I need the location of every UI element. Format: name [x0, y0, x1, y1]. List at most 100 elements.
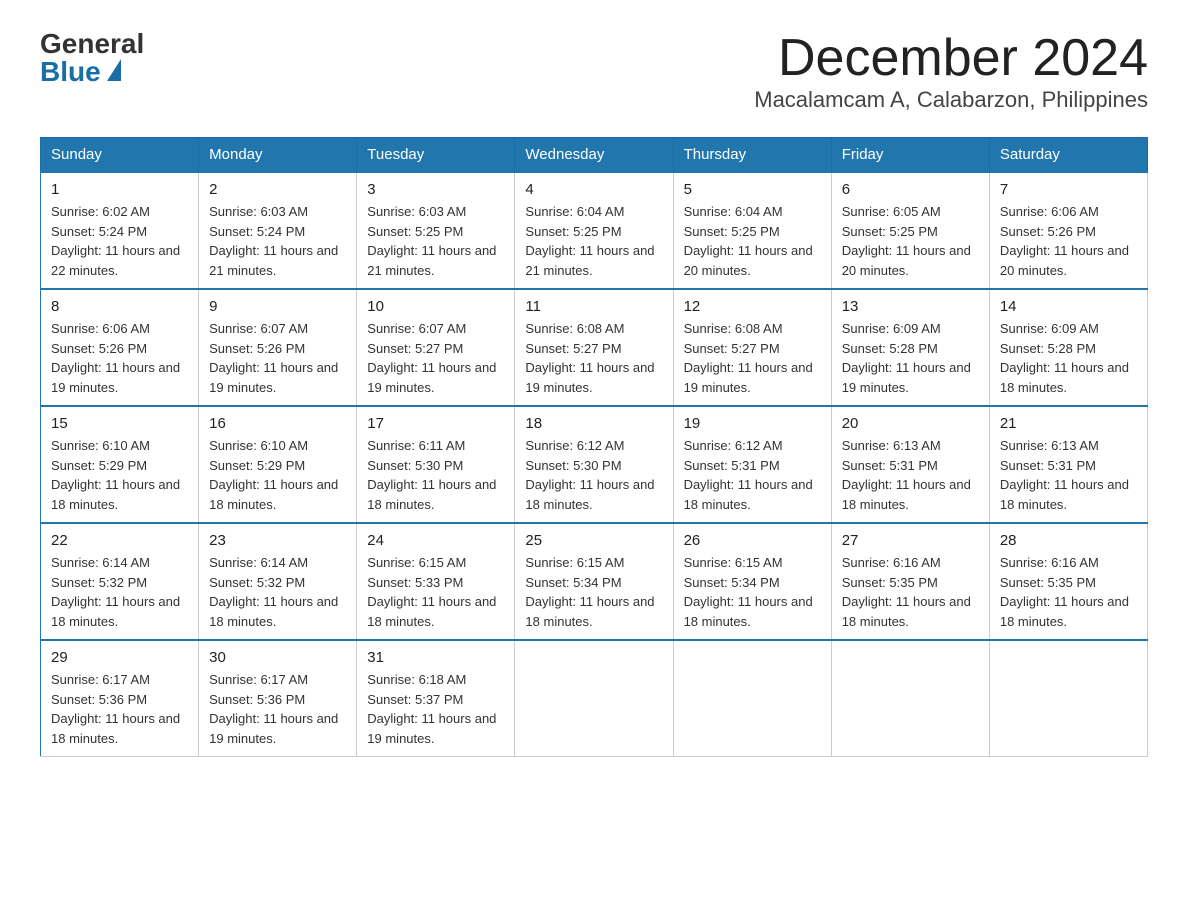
day-number: 13	[842, 298, 979, 315]
sunrise-label: Sunrise: 6:16 AM	[842, 555, 941, 570]
sunrise-label: Sunrise: 6:14 AM	[209, 555, 308, 570]
week-row-4: 22 Sunrise: 6:14 AMSunset: 5:32 PMDayligh…	[41, 523, 1148, 640]
calendar-cell: 4 Sunrise: 6:04 AMSunset: 5:25 PMDaylight…	[515, 172, 673, 289]
day-number: 4	[525, 181, 662, 198]
sunset-label: Sunset: 5:36 PM	[209, 692, 305, 707]
day-number: 19	[684, 415, 821, 432]
sunrise-label: Sunrise: 6:06 AM	[51, 321, 150, 336]
weekday-header-friday: Friday	[831, 138, 989, 173]
sunset-label: Sunset: 5:37 PM	[367, 692, 463, 707]
day-info: Sunrise: 6:10 AMSunset: 5:29 PMDaylight:…	[209, 436, 346, 514]
sunrise-label: Sunrise: 6:09 AM	[842, 321, 941, 336]
daylight-label: Daylight: 11 hours and 18 minutes.	[684, 477, 813, 512]
sunset-label: Sunset: 5:26 PM	[1000, 224, 1096, 239]
day-number: 18	[525, 415, 662, 432]
calendar-cell: 13 Sunrise: 6:09 AMSunset: 5:28 PMDayligh…	[831, 289, 989, 406]
calendar-cell: 17Sunrise: 6:11 AMSunset: 5:30 PMDayligh…	[357, 406, 515, 523]
page-header: General Blue December 2024 Macalamcam A,…	[40, 30, 1148, 113]
day-info: Sunrise: 6:12 AMSunset: 5:30 PMDaylight:…	[525, 436, 662, 514]
calendar-cell: 24Sunrise: 6:15 AMSunset: 5:33 PMDayligh…	[357, 523, 515, 640]
day-info: Sunrise: 6:04 AMSunset: 5:25 PMDaylight:…	[525, 202, 662, 280]
day-number: 6	[842, 181, 979, 198]
daylight-label: Daylight: 11 hours and 22 minutes.	[51, 243, 180, 278]
day-info: Sunrise: 6:11 AMSunset: 5:30 PMDaylight:…	[367, 436, 504, 514]
sunrise-label: Sunrise: 6:13 AM	[1000, 438, 1099, 453]
calendar-cell	[515, 640, 673, 757]
sunset-label: Sunset: 5:28 PM	[1000, 341, 1096, 356]
sunset-label: Sunset: 5:29 PM	[209, 458, 305, 473]
sunset-label: Sunset: 5:35 PM	[842, 575, 938, 590]
day-number: 3	[367, 181, 504, 198]
daylight-label: Daylight: 11 hours and 19 minutes.	[209, 360, 338, 395]
sunset-label: Sunset: 5:25 PM	[842, 224, 938, 239]
sunrise-label: Sunrise: 6:11 AM	[367, 438, 465, 453]
sunrise-label: Sunrise: 6:18 AM	[367, 672, 466, 687]
daylight-label: Daylight: 11 hours and 18 minutes.	[51, 711, 180, 746]
sunset-label: Sunset: 5:31 PM	[684, 458, 780, 473]
calendar-cell: 31Sunrise: 6:18 AMSunset: 5:37 PMDayligh…	[357, 640, 515, 757]
week-row-5: 29 Sunrise: 6:17 AMSunset: 5:36 PMDayligh…	[41, 640, 1148, 757]
daylight-label: Daylight: 11 hours and 18 minutes.	[1000, 360, 1129, 395]
daylight-label: Daylight: 11 hours and 18 minutes.	[367, 594, 496, 629]
daylight-label: Daylight: 11 hours and 18 minutes.	[525, 594, 654, 629]
sunrise-label: Sunrise: 6:15 AM	[367, 555, 466, 570]
day-number: 11	[525, 298, 662, 315]
calendar-cell: 5Sunrise: 6:04 AMSunset: 5:25 PMDaylight…	[673, 172, 831, 289]
day-info: Sunrise: 6:03 AMSunset: 5:24 PMDaylight:…	[209, 202, 346, 280]
day-number: 2	[209, 181, 346, 198]
calendar-cell: 29Sunrise: 6:17 AMSunset: 5:36 PMDayligh…	[41, 640, 199, 757]
calendar-cell: 6Sunrise: 6:05 AMSunset: 5:25 PMDaylight…	[831, 172, 989, 289]
calendar-cell: 11Sunrise: 6:08 AMSunset: 5:27 PMDayligh…	[515, 289, 673, 406]
sunset-label: Sunset: 5:31 PM	[1000, 458, 1096, 473]
day-info: Sunrise: 6:14 AMSunset: 5:32 PMDaylight:…	[51, 553, 188, 631]
day-number: 29	[51, 649, 188, 666]
sunrise-label: Sunrise: 6:15 AM	[684, 555, 783, 570]
weekday-header-monday: Monday	[199, 138, 357, 173]
sunset-label: Sunset: 5:25 PM	[684, 224, 780, 239]
sunrise-label: Sunrise: 6:05 AM	[842, 204, 941, 219]
calendar-cell: 26Sunrise: 6:15 AMSunset: 5:34 PMDayligh…	[673, 523, 831, 640]
day-info: Sunrise: 6:07 AMSunset: 5:26 PMDaylight:…	[209, 319, 346, 397]
calendar-cell: 15Sunrise: 6:10 AMSunset: 5:29 PMDayligh…	[41, 406, 199, 523]
day-number: 27	[842, 532, 979, 549]
calendar-cell: 7Sunrise: 6:06 AMSunset: 5:26 PMDaylight…	[989, 172, 1147, 289]
week-row-3: 15Sunrise: 6:10 AMSunset: 5:29 PMDayligh…	[41, 406, 1148, 523]
calendar-cell: 27Sunrise: 6:16 AMSunset: 5:35 PMDayligh…	[831, 523, 989, 640]
sunrise-label: Sunrise: 6:02 AM	[51, 204, 150, 219]
calendar-cell: 12 Sunrise: 6:08 AMSunset: 5:27 PMDayligh…	[673, 289, 831, 406]
calendar-cell: 2 Sunrise: 6:03 AMSunset: 5:24 PMDaylight…	[199, 172, 357, 289]
calendar-cell: 22 Sunrise: 6:14 AMSunset: 5:32 PMDayligh…	[41, 523, 199, 640]
sunset-label: Sunset: 5:24 PM	[51, 224, 147, 239]
day-info: Sunrise: 6:09 AMSunset: 5:28 PMDaylight:…	[842, 319, 979, 397]
day-number: 30	[209, 649, 346, 666]
weekday-header-tuesday: Tuesday	[357, 138, 515, 173]
day-number: 23	[209, 532, 346, 549]
day-number: 22	[51, 532, 188, 549]
calendar-cell	[989, 640, 1147, 757]
day-number: 12	[684, 298, 821, 315]
daylight-label: Daylight: 11 hours and 20 minutes.	[684, 243, 813, 278]
calendar-cell: 25Sunrise: 6:15 AMSunset: 5:34 PMDayligh…	[515, 523, 673, 640]
sunrise-label: Sunrise: 6:10 AM	[209, 438, 308, 453]
sunrise-label: Sunrise: 6:10 AM	[51, 438, 150, 453]
sunrise-label: Sunrise: 6:12 AM	[684, 438, 783, 453]
day-info: Sunrise: 6:15 AMSunset: 5:34 PMDaylight:…	[684, 553, 821, 631]
sunrise-label: Sunrise: 6:06 AM	[1000, 204, 1099, 219]
daylight-label: Daylight: 11 hours and 18 minutes.	[1000, 594, 1129, 629]
sunrise-label: Sunrise: 6:16 AM	[1000, 555, 1099, 570]
daylight-label: Daylight: 11 hours and 19 minutes.	[842, 360, 971, 395]
calendar-cell: 10Sunrise: 6:07 AMSunset: 5:27 PMDayligh…	[357, 289, 515, 406]
daylight-label: Daylight: 11 hours and 19 minutes.	[209, 711, 338, 746]
day-number: 16	[209, 415, 346, 432]
day-info: Sunrise: 6:10 AMSunset: 5:29 PMDaylight:…	[51, 436, 188, 514]
sunrise-label: Sunrise: 6:14 AM	[51, 555, 150, 570]
day-info: Sunrise: 6:17 AMSunset: 5:36 PMDaylight:…	[209, 670, 346, 748]
day-info: Sunrise: 6:08 AMSunset: 5:27 PMDaylight:…	[684, 319, 821, 397]
logo-blue-text: Blue	[40, 58, 121, 86]
day-number: 31	[367, 649, 504, 666]
sunset-label: Sunset: 5:25 PM	[525, 224, 621, 239]
calendar-cell: 28Sunrise: 6:16 AMSunset: 5:35 PMDayligh…	[989, 523, 1147, 640]
day-info: Sunrise: 6:05 AMSunset: 5:25 PMDaylight:…	[842, 202, 979, 280]
daylight-label: Daylight: 11 hours and 19 minutes.	[367, 360, 496, 395]
sunset-label: Sunset: 5:24 PM	[209, 224, 305, 239]
